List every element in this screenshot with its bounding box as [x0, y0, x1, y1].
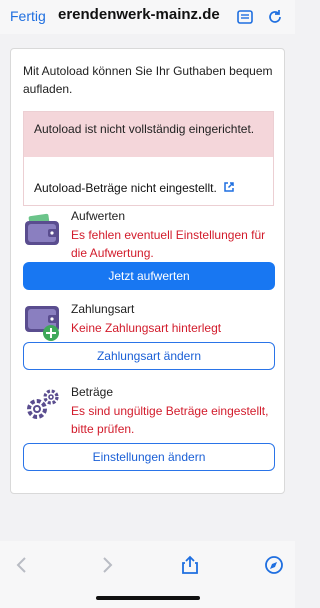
wallet-icon [23, 209, 63, 249]
autoload-card: Mit Autoload können Sie Ihr Guthaben beq… [10, 48, 285, 494]
einstellungen-aendern-button[interactable]: Einstellungen ändern [23, 443, 275, 471]
done-button[interactable]: Fertig [10, 8, 46, 24]
forward-icon[interactable] [97, 555, 117, 575]
browser-top-bar: Fertig erendenwerk-mainz.de [0, 0, 295, 34]
compass-icon[interactable] [264, 555, 284, 575]
alert-link-row[interactable]: Autoload-Beträge nicht eingestellt. [24, 157, 273, 205]
intro-text: Mit Autoload können Sie Ihr Guthaben beq… [23, 64, 273, 96]
section-title: Zahlungsart [71, 302, 135, 316]
section-betraege: Beträge Es sind ungültige Beträge einges… [23, 385, 275, 475]
section-error: Keine Zahlungsart hinterlegt [71, 321, 222, 335]
back-icon[interactable] [12, 555, 32, 575]
reader-icon[interactable] [236, 8, 254, 26]
section-title: Beträge [71, 385, 114, 399]
alert-link-text[interactable]: Autoload-Beträge nicht eingestellt. [34, 181, 217, 195]
section-error: Es sind ungültige Beträge eingestellt, b… [71, 404, 269, 436]
zahlungsart-aendern-button[interactable]: Zahlungsart ändern [23, 342, 275, 370]
reload-icon[interactable] [266, 8, 284, 26]
section-title: Aufwerten [71, 209, 126, 223]
section-error: Es fehlen eventuell Einstellungen für di… [71, 228, 266, 260]
autoload-alert: Autoload ist nicht vollständig eingerich… [23, 111, 274, 206]
wallet-add-icon [23, 302, 63, 342]
section-aufwerten: Aufwerten Es fehlen eventuell Einstellun… [23, 209, 275, 294]
share-icon[interactable] [180, 555, 200, 575]
home-indicator [96, 596, 200, 600]
jetzt-aufwerten-button[interactable]: Jetzt aufwerten [23, 262, 275, 290]
gears-icon [23, 385, 63, 425]
section-zahlungsart: Zahlungsart Keine Zahlungsart hinterlegt… [23, 302, 275, 377]
external-link-icon[interactable] [223, 181, 235, 196]
url-display[interactable]: erendenwerk-mainz.de [58, 6, 226, 23]
alert-message: Autoload ist nicht vollständig eingerich… [24, 112, 273, 157]
